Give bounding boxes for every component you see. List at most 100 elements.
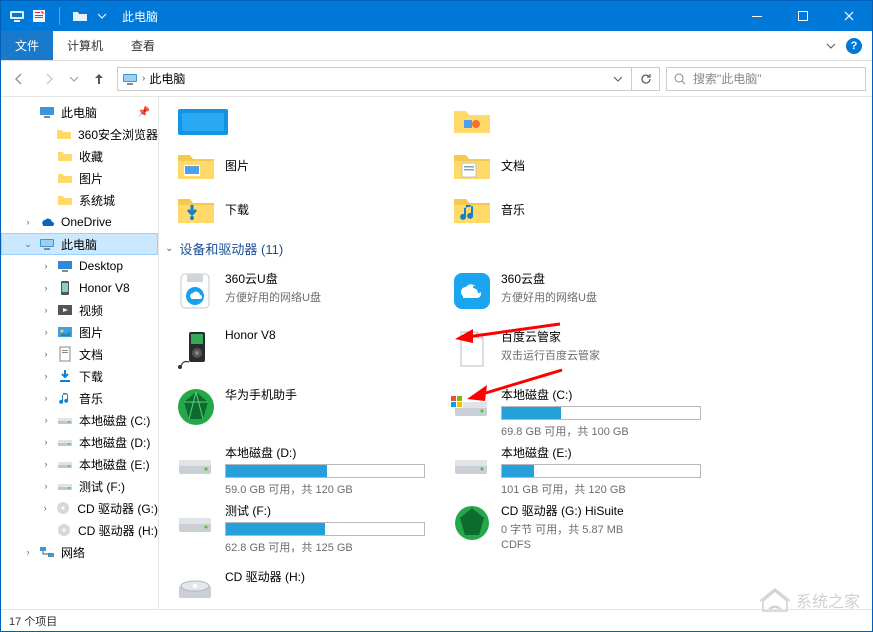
mp3-device xyxy=(175,328,217,370)
cloud-360 xyxy=(451,270,493,312)
cd-green xyxy=(451,502,493,544)
tab-file[interactable]: 文件 xyxy=(1,31,53,60)
music-icon xyxy=(57,390,73,406)
item-title: 本地磁盘 (E:) xyxy=(501,444,701,461)
titlebar: 此电脑 xyxy=(1,1,872,31)
drive-item[interactable]: CD 驱动器 (H:) xyxy=(171,564,429,609)
qat-dropdown-icon[interactable] xyxy=(94,8,110,24)
help-icon[interactable]: ? xyxy=(846,38,862,54)
list-item[interactable] xyxy=(171,99,429,143)
tree-item[interactable]: 此电脑📌 xyxy=(1,101,158,123)
item-title: 测试 (F:) xyxy=(225,502,425,519)
up-button[interactable] xyxy=(87,67,111,91)
tree-item-label: 图片 xyxy=(79,324,103,341)
forward-button[interactable] xyxy=(37,67,61,91)
tree-item[interactable]: CD 驱动器 (H:) xyxy=(1,519,158,541)
tree-item-label: CD 驱动器 (H:) xyxy=(78,522,158,539)
drive-item[interactable]: Honor V8 xyxy=(171,324,429,372)
tree-item[interactable]: ›CD 驱动器 (G:) xyxy=(1,497,158,519)
drive-item[interactable]: 360云U盘方便好用的网络U盘 xyxy=(171,266,429,324)
expander-icon[interactable]: ⌄ xyxy=(23,239,33,250)
onedrive-icon xyxy=(39,214,55,230)
tree-item[interactable]: 收藏 xyxy=(1,145,158,167)
properties-icon[interactable] xyxy=(31,8,47,24)
tree-item[interactable]: ›OneDrive xyxy=(1,211,158,233)
tree-item[interactable]: 系统城 xyxy=(1,189,158,211)
breadcrumb-location[interactable]: 此电脑 xyxy=(149,70,185,87)
content-pane[interactable]: 图片文档 下载音乐 ⌄ 设备和驱动器 (11) 360云U盘方便好用的网络U盘 3… xyxy=(159,97,872,609)
drive-item[interactable]: 百度云管家双击运行百度云管家 xyxy=(447,324,705,382)
drive-item[interactable]: 华为手机助手 xyxy=(171,382,429,430)
tree-item[interactable]: ›图片 xyxy=(1,321,158,343)
new-folder-icon[interactable] xyxy=(72,8,88,24)
list-item[interactable]: 下载 xyxy=(171,187,429,231)
drive-item[interactable]: 本地磁盘 (E:)101 GB 可用，共 120 GB xyxy=(447,440,705,498)
chevron-down-icon[interactable]: ⌄ xyxy=(165,243,173,254)
back-button[interactable] xyxy=(7,67,31,91)
item-title: 本地磁盘 (C:) xyxy=(501,386,701,403)
drive xyxy=(451,444,493,486)
folder-icon xyxy=(57,170,73,186)
tree-item[interactable]: ›音乐 xyxy=(1,387,158,409)
tree-item[interactable]: ›本地磁盘 (D:) xyxy=(1,431,158,453)
search-input[interactable]: 搜索"此电脑" xyxy=(666,67,866,91)
downloads-folder xyxy=(175,188,217,230)
drive-item[interactable]: 测试 (F:) 62.8 GB 可用，共 125 GB xyxy=(171,498,429,556)
tree-item[interactable]: ›测试 (F:) xyxy=(1,475,158,497)
expander-icon[interactable]: › xyxy=(23,217,33,227)
tree-item[interactable]: › 网络 xyxy=(1,541,158,563)
group-header-devices[interactable]: ⌄ 设备和驱动器 (11) xyxy=(159,231,872,266)
tree-item-label: CD 驱动器 (G:) xyxy=(77,500,158,517)
breadcrumb[interactable]: › 此电脑 xyxy=(117,67,632,91)
tree-item[interactable]: ›视频 xyxy=(1,299,158,321)
tree-item[interactable]: ›Honor V8 xyxy=(1,277,158,299)
item-title: 本地磁盘 (D:) xyxy=(225,444,425,461)
tree-item[interactable]: ›本地磁盘 (E:) xyxy=(1,453,158,475)
tree-item-label: Honor V8 xyxy=(79,281,130,295)
tree-item[interactable]: 360安全浏览器 xyxy=(1,123,158,145)
capacity-bar xyxy=(225,522,425,536)
drive-icon xyxy=(57,456,73,472)
tree-item-label: 下载 xyxy=(79,368,103,385)
tab-computer[interactable]: 计算机 xyxy=(53,31,117,60)
tree-item-label: 网络 xyxy=(61,544,85,561)
tree-item[interactable]: ⌄ 此电脑 xyxy=(1,233,158,255)
item-subtitle: 方便好用的网络U盘 xyxy=(225,289,425,305)
drive-item[interactable]: 本地磁盘 (D:) 59.0 GB 可用，共 120 GB xyxy=(171,440,429,498)
drive-c xyxy=(451,386,493,428)
tree-item[interactable]: ›文档 xyxy=(1,343,158,365)
history-dropdown[interactable] xyxy=(67,67,81,91)
item-subtitle: 62.8 GB 可用，共 125 GB xyxy=(225,539,425,555)
tab-view[interactable]: 查看 xyxy=(117,31,169,60)
computer-icon xyxy=(9,8,25,24)
list-item[interactable]: 图片 xyxy=(171,143,429,187)
list-item[interactable]: 文档 xyxy=(447,143,705,187)
page-icon xyxy=(451,328,493,370)
tree-item-label: 此电脑 xyxy=(61,236,97,253)
item-subtitle2: CDFS xyxy=(501,539,701,551)
list-item[interactable]: 音乐 xyxy=(447,187,705,231)
item-subtitle: 69.8 GB 可用，共 100 GB xyxy=(501,423,701,439)
tree-item-label: 视频 xyxy=(79,302,103,319)
tree-item[interactable]: ›本地磁盘 (C:) xyxy=(1,409,158,431)
search-placeholder: 搜索"此电脑" xyxy=(693,70,762,87)
tree-item[interactable]: ›下载 xyxy=(1,365,158,387)
address-dropdown-icon[interactable] xyxy=(609,74,627,84)
ribbon-expand-icon[interactable] xyxy=(826,41,836,51)
nav-bar: › 此电脑 搜索"此电脑" xyxy=(1,61,872,97)
minimize-button[interactable] xyxy=(734,1,780,31)
drive-item[interactable]: 360云盘方便好用的网络U盘 xyxy=(447,266,705,324)
list-item[interactable] xyxy=(447,99,705,143)
tree-item[interactable]: ›Desktop xyxy=(1,255,158,277)
expander-icon[interactable]: › xyxy=(23,547,33,557)
drive-item[interactable]: CD 驱动器 (G:) HiSuite0 字节 可用，共 5.87 MBCDFS xyxy=(447,498,705,564)
tree-item[interactable]: 图片 xyxy=(1,167,158,189)
item-subtitle: 59.0 GB 可用，共 120 GB xyxy=(225,481,425,497)
maximize-button[interactable] xyxy=(780,1,826,31)
close-button[interactable] xyxy=(826,1,872,31)
sidebar[interactable]: 此电脑📌360安全浏览器收藏图片系统城›OneDrive⌄此电脑›Desktop… xyxy=(1,97,159,609)
item-subtitle: 双击运行百度云管家 xyxy=(501,347,701,363)
item-title: CD 驱动器 (G:) HiSuite xyxy=(501,502,701,519)
refresh-button[interactable] xyxy=(632,67,660,91)
drive-item[interactable]: 本地磁盘 (C:) 69.8 GB 可用，共 100 GB xyxy=(447,382,705,440)
